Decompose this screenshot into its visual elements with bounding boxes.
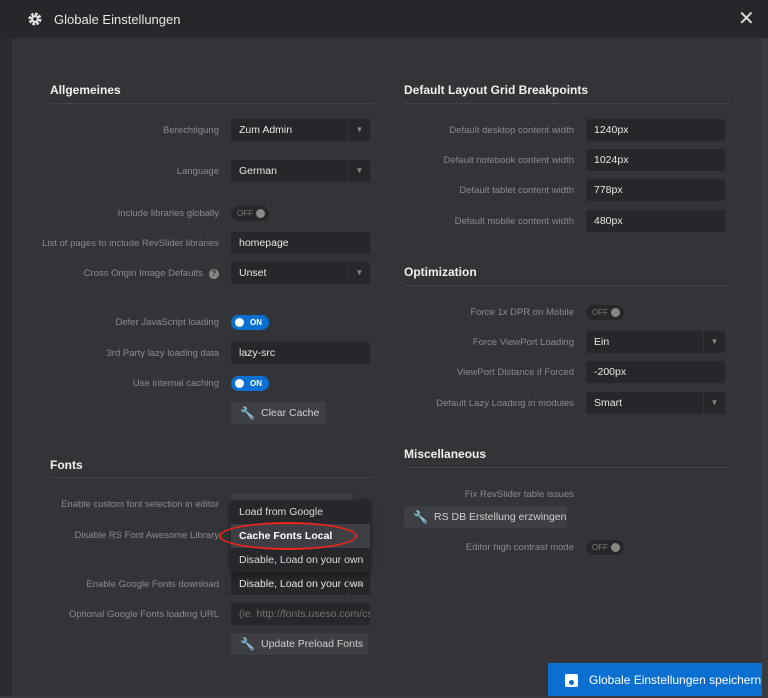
toggle-knob — [611, 543, 620, 552]
chevron-down-icon: ▼ — [703, 331, 725, 353]
label-high-contrast: Editor high contrast mode — [465, 542, 574, 553]
language-select[interactable]: German ▼ — [231, 160, 370, 182]
defer-js-toggle[interactable]: ON — [231, 315, 269, 330]
divider — [404, 467, 730, 468]
pages-list-input[interactable]: homepage — [231, 232, 370, 254]
label-language: Language — [176, 166, 219, 177]
toggle-knob — [611, 308, 620, 317]
toggle-state: OFF — [592, 543, 608, 552]
label-text: Cross Origin Image Defaults — [83, 268, 203, 279]
lazy-3rd-party-input[interactable]: lazy-src — [231, 342, 370, 364]
help-icon[interactable]: ? — [209, 269, 219, 279]
close-icon[interactable]: ✕ — [738, 9, 755, 29]
wrench-icon: 🔧 — [240, 406, 255, 420]
modal-header: Globale Einstellungen ✕ — [0, 0, 768, 38]
cross-origin-select[interactable]: Unset ▼ — [231, 262, 370, 284]
modal-title: Globale Einstellungen — [54, 12, 181, 27]
label-fix-tables: Fix RevSlider table issues — [464, 489, 574, 500]
gear-icon — [28, 12, 42, 26]
toggle-state: ON — [250, 379, 262, 388]
dpr-toggle[interactable]: OFF — [586, 305, 624, 320]
label-google-fonts-url: Optional Google Fonts loading URL — [69, 609, 219, 620]
label-lazy-3rd-party: 3rd Party lazy loading data — [106, 348, 219, 359]
select-value: German — [239, 165, 277, 177]
section-heading-fonts: Fonts — [50, 458, 83, 472]
label-google-fonts-download: Enable Google Fonts download — [86, 579, 219, 590]
wrench-icon: 🔧 — [240, 637, 255, 651]
menu-item-disable-load-own[interactable]: Disable, Load on your own — [231, 548, 370, 572]
select-value: Unset — [239, 267, 267, 279]
chevron-up-icon: ▲ — [348, 573, 370, 595]
desktop-width-input[interactable]: 1240px — [586, 119, 725, 141]
toggle-knob — [256, 209, 265, 218]
menu-item-load-from-google[interactable]: Load from Google — [231, 500, 370, 524]
label-custom-font: Enable custom font selection in editor — [61, 499, 219, 510]
section-heading-grid: Default Layout Grid Breakpoints — [404, 83, 589, 97]
label-tablet-width: Default tablet content width — [459, 185, 574, 196]
berechtigung-select[interactable]: Zum Admin ▼ — [231, 119, 370, 141]
label-notebook-width: Default notebook content width — [443, 155, 574, 166]
label-berechtigung: Berechtigung — [163, 125, 219, 136]
button-label: Globale Einstellungen speichern — [589, 673, 762, 687]
highlight-ellipse — [219, 522, 357, 550]
button-label: RS DB Erstellung erzwingen — [434, 511, 567, 523]
clear-cache-button[interactable]: 🔧 Clear Cache — [231, 402, 326, 424]
label-dpr: Force 1x DPR on Mobile — [470, 307, 574, 318]
label-viewport-distance: ViewPort Distance if Forced — [456, 367, 574, 378]
divider — [404, 285, 730, 286]
label-include-libraries: Include libraries globally — [117, 208, 219, 219]
select-value: Smart — [594, 397, 623, 409]
save-settings-button[interactable]: Globale Einstellungen speichern — [548, 663, 762, 696]
divider — [50, 477, 374, 478]
button-label: Clear Cache — [261, 407, 320, 419]
notebook-width-input[interactable]: 1024px — [586, 149, 725, 171]
button-label: Update Preload Fonts — [261, 638, 364, 650]
label-viewport-loading: Force ViewPort Loading — [472, 337, 574, 348]
toggle-knob — [235, 379, 244, 388]
label-desktop-width: Default desktop content width — [449, 125, 574, 136]
viewport-distance-input[interactable]: -200px — [586, 361, 725, 383]
background-page — [0, 0, 12, 696]
label-lazy-loading: Default Lazy Loading in modules — [436, 398, 574, 409]
save-icon — [565, 674, 578, 687]
update-preload-fonts-button[interactable]: 🔧 Update Preload Fonts — [231, 633, 368, 655]
section-heading-misc: Miscellaneous — [404, 447, 487, 461]
chevron-down-icon: ▼ — [348, 262, 370, 284]
viewport-loading-select[interactable]: Ein ▼ — [586, 331, 725, 353]
chevron-down-icon: ▼ — [703, 392, 725, 414]
label-disable-font-awesome: Disable RS Font Awesome Library — [74, 530, 220, 541]
select-value: Ein — [594, 336, 610, 348]
force-db-creation-button[interactable]: 🔧 RS DB Erstellung erzwingen — [404, 506, 567, 528]
wrench-icon: 🔧 — [413, 510, 428, 524]
select-value: Zum Admin — [239, 124, 293, 136]
google-fonts-url-input[interactable] — [231, 603, 370, 625]
toggle-state: OFF — [592, 308, 608, 317]
include-libraries-toggle[interactable]: OFF — [231, 206, 269, 221]
chevron-down-icon: ▼ — [348, 119, 370, 141]
divider — [404, 103, 730, 104]
label-mobile-width: Default mobile content width — [454, 216, 574, 227]
label-cross-origin: Cross Origin Image Defaults? — [84, 268, 219, 279]
chevron-down-icon: ▼ — [348, 160, 370, 182]
label-internal-caching: Use internal caching — [132, 378, 219, 389]
toggle-knob — [235, 318, 244, 327]
label-defer-js: Defer JavaScript loading — [115, 317, 220, 328]
high-contrast-toggle[interactable]: OFF — [586, 540, 624, 555]
google-fonts-download-select[interactable]: Disable, Load on your own ▲ — [231, 573, 370, 595]
lazy-loading-select[interactable]: Smart ▼ — [586, 392, 725, 414]
toggle-state: ON — [250, 318, 262, 327]
tablet-width-input[interactable]: 778px — [586, 179, 725, 201]
section-heading-optimization: Optimization — [404, 265, 477, 279]
toggle-state: OFF — [237, 209, 253, 218]
internal-caching-toggle[interactable]: ON — [231, 376, 269, 391]
label-pages-list: List of pages to include RevSlider libra… — [42, 238, 219, 249]
divider — [50, 103, 374, 104]
select-value: Disable, Load on your own — [239, 578, 364, 590]
mobile-width-input[interactable]: 480px — [586, 210, 725, 232]
section-heading-general: Allgemeines — [50, 83, 121, 97]
